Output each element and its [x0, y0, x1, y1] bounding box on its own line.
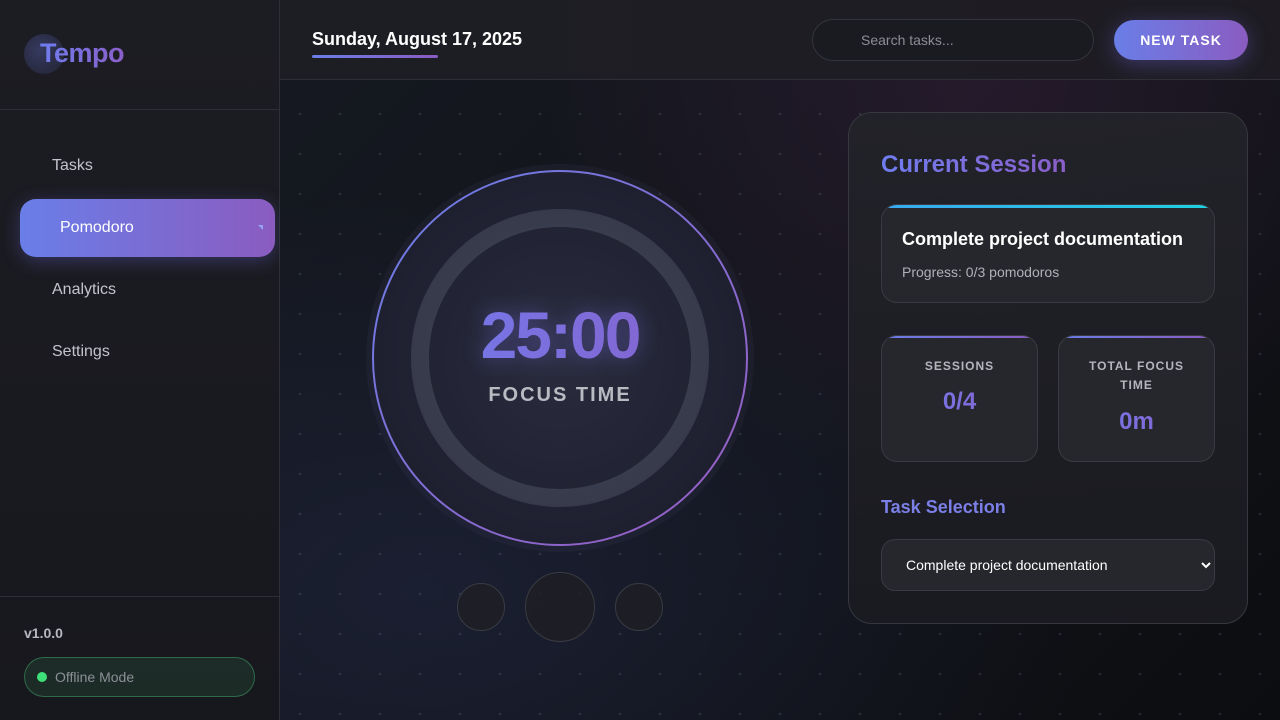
title-underline	[312, 55, 438, 58]
active-indicator-icon	[258, 225, 263, 230]
sidebar-nav: Tasks Pomodoro Analytics Settings	[0, 137, 280, 385]
pomodoro-main: 25:00 FOCUS TIME Current Session Complet…	[280, 80, 1280, 720]
task-selection-title: Task Selection	[881, 497, 1006, 517]
offline-mode-label: Offline Mode	[55, 669, 135, 685]
top-header: Sunday, August 17, 2025 NEW TASK	[280, 0, 1280, 80]
skip-button[interactable]	[615, 583, 663, 631]
status-dot-icon	[37, 672, 47, 682]
play-pause-button[interactable]	[525, 572, 595, 642]
current-task-name: Complete project documentation	[902, 229, 1184, 249]
stat-accent-bar	[882, 336, 1037, 338]
stat-label: SESSIONS	[924, 359, 995, 373]
stat-value: 0m	[1059, 408, 1214, 436]
sidebar-item-label: Settings	[52, 343, 110, 360]
sidebar-item-label: Tasks	[52, 157, 93, 174]
brand: Tempo	[0, 0, 279, 110]
app-version: v1.0.0	[24, 625, 63, 641]
sidebar-item-label: Analytics	[52, 281, 117, 298]
sidebar-item-label: Pomodoro	[60, 219, 134, 236]
reset-button[interactable]	[457, 583, 505, 631]
task-card-accent-bar	[882, 205, 1214, 208]
sidebar-item-settings[interactable]: Settings	[20, 323, 275, 381]
page-title-date: Sunday, August 17, 2025	[312, 29, 523, 49]
sidebar-item-analytics[interactable]: Analytics	[20, 261, 275, 319]
current-session-panel: Current Session Complete project documen…	[848, 112, 1248, 624]
stat-value: 0/4	[882, 388, 1037, 416]
new-task-button[interactable]: NEW TASK	[1114, 20, 1248, 60]
timer-display: 25:00	[364, 297, 756, 373]
timer-mode-label: FOCUS TIME	[488, 384, 632, 406]
current-task-card: Complete project documentation Progress:…	[881, 204, 1215, 303]
sessions-stat-card: SESSIONS 0/4	[881, 335, 1038, 462]
current-task-progress: Progress: 0/3 pomodoros	[902, 264, 1060, 280]
timer: 25:00 FOCUS TIME	[364, 162, 756, 554]
stat-label: TOTAL FOCUS TIME	[1089, 359, 1184, 392]
task-select[interactable]: Complete project documentation	[881, 539, 1215, 591]
sidebar-item-tasks[interactable]: Tasks	[20, 137, 275, 195]
sidebar-footer: v1.0.0 Offline Mode	[0, 596, 280, 720]
sidebar-item-pomodoro[interactable]: Pomodoro	[20, 199, 275, 257]
app-logo-text[interactable]: Tempo	[40, 38, 125, 69]
sidebar: Tempo Tasks Pomodoro Analytics Settings …	[0, 0, 280, 720]
search-input[interactable]	[813, 20, 1093, 60]
stat-accent-bar	[1059, 336, 1214, 338]
panel-title: Current Session	[881, 151, 1067, 178]
search-box	[812, 19, 1094, 61]
focus-time-stat-card: TOTAL FOCUS TIME 0m	[1058, 335, 1215, 462]
offline-mode-status[interactable]: Offline Mode	[24, 657, 255, 697]
